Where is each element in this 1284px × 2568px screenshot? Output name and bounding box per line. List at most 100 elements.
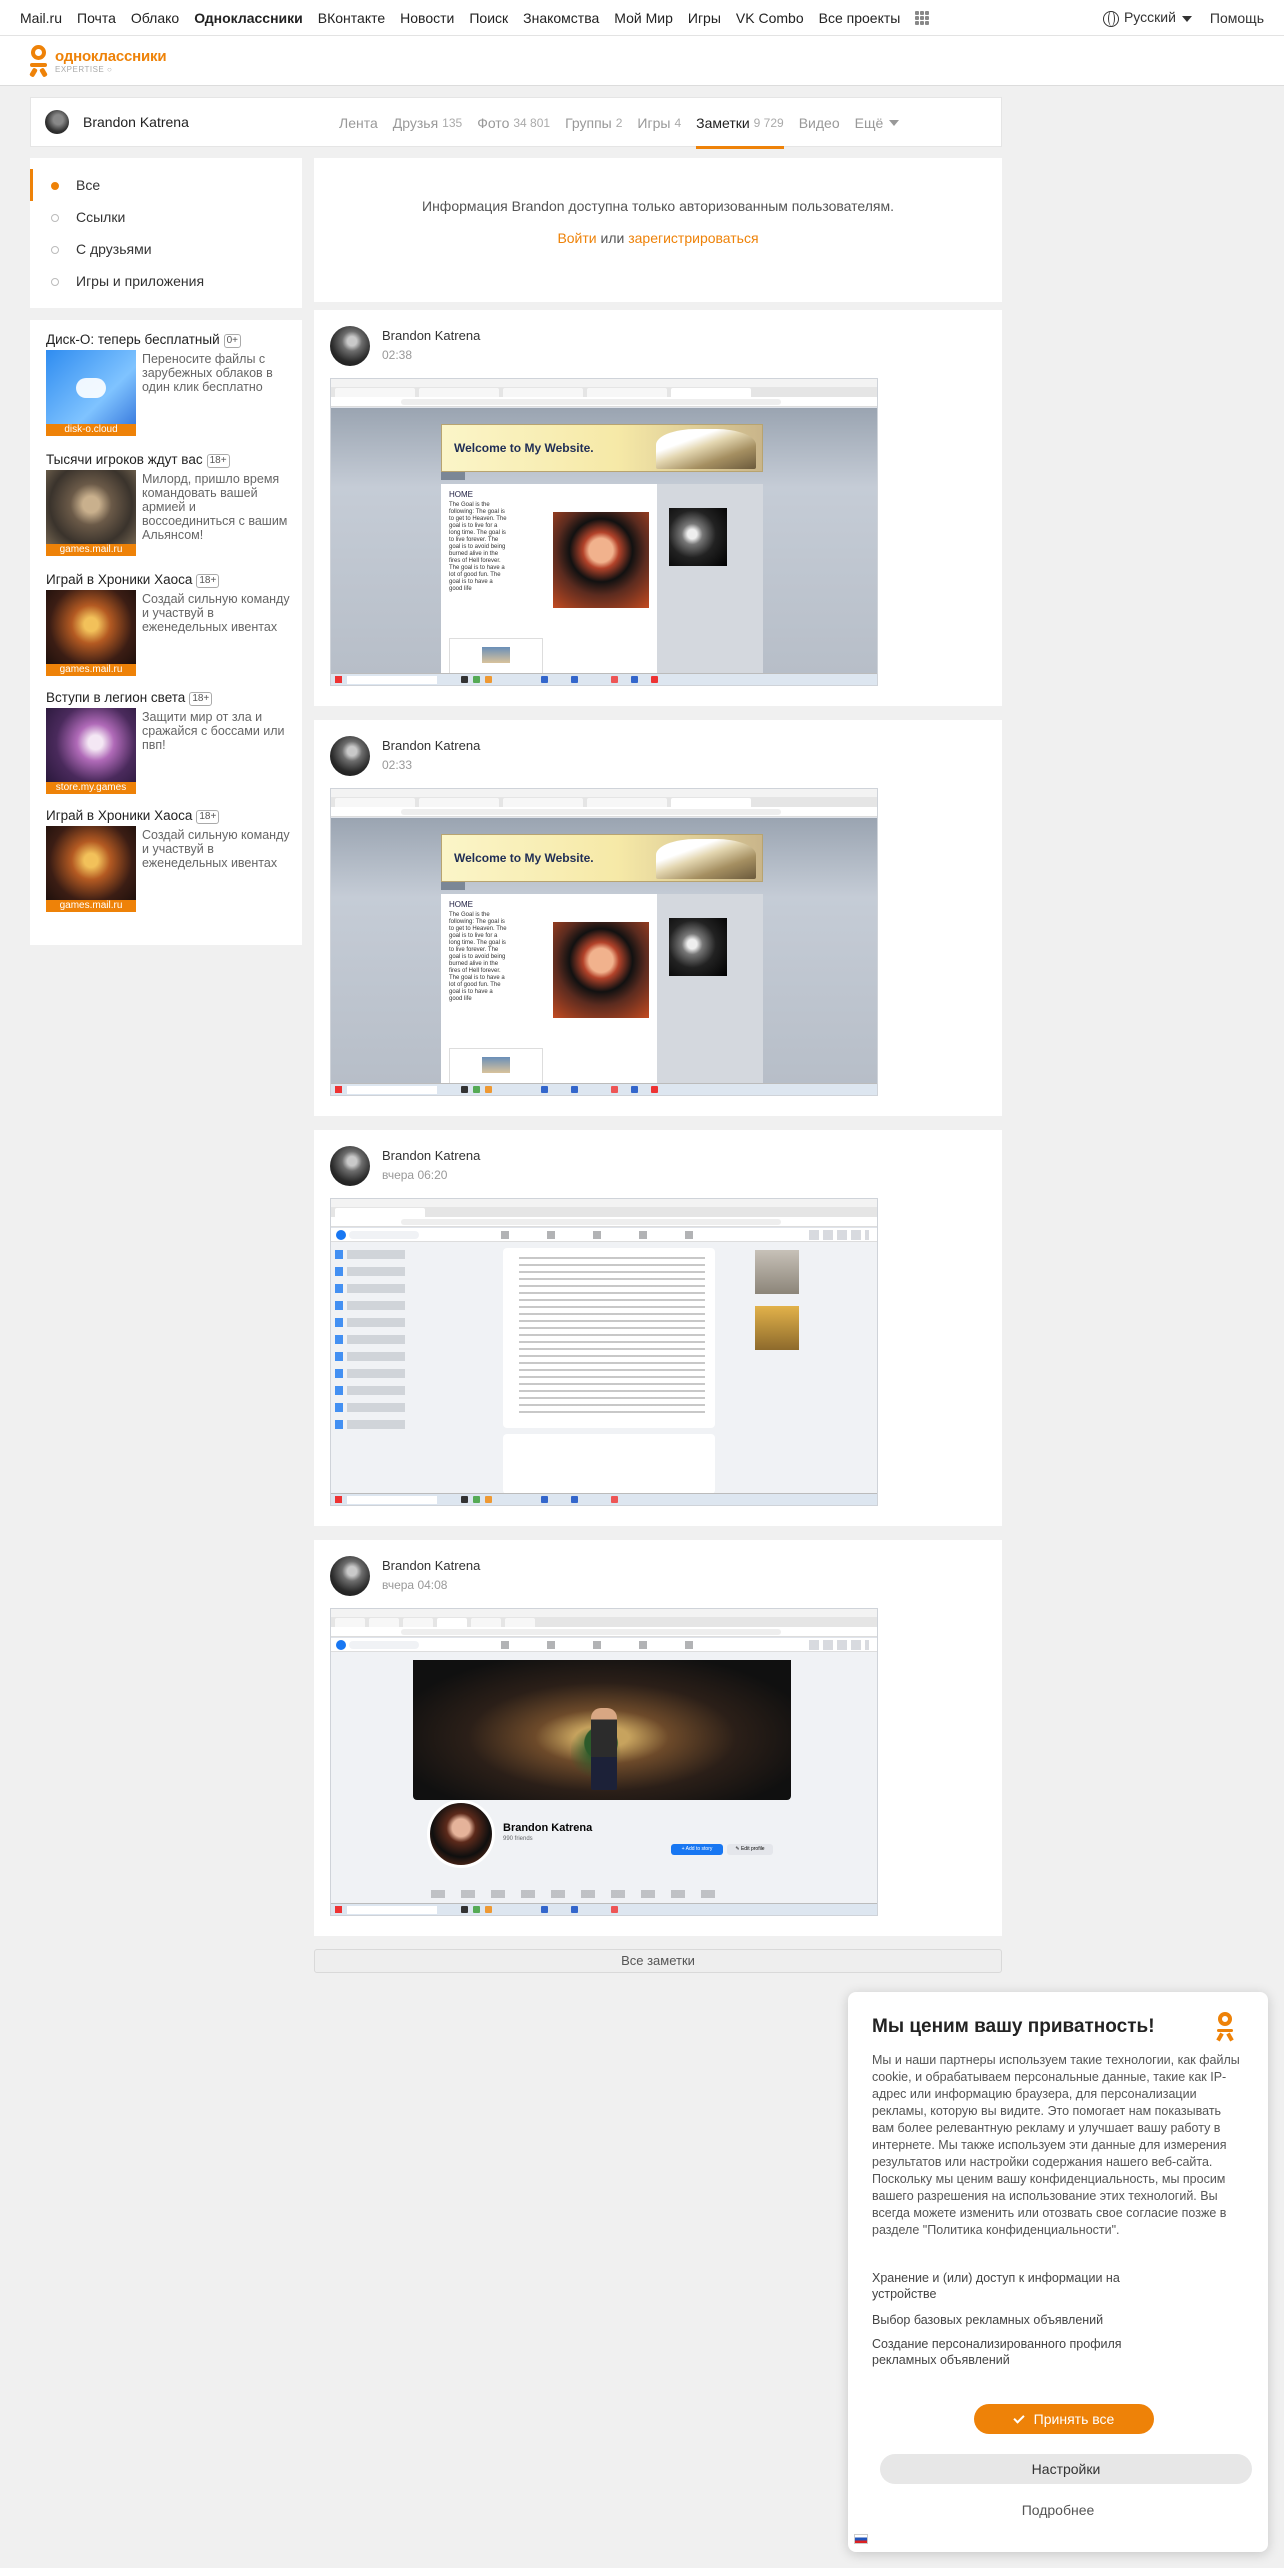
- tab-notes[interactable]: Заметки 9 729: [696, 98, 784, 149]
- privacy-option[interactable]: Выбор базовых рекламных объявлений: [872, 2312, 1172, 2328]
- accept-all-button[interactable]: Принять все: [974, 2404, 1154, 2434]
- portal-link-mail[interactable]: Почта: [77, 10, 116, 26]
- portal-link-ok[interactable]: Одноклассники: [194, 10, 303, 26]
- logo-name: одноклассники: [55, 48, 167, 65]
- ad-item[interactable]: Играй в Хроники Хаоса 18+ games.mail.ru С…: [46, 572, 294, 676]
- globe-icon: [1102, 10, 1119, 27]
- ad-title: Тысячи игроков ждут вас 18+: [46, 452, 294, 470]
- portal-link-cloud[interactable]: Облако: [131, 10, 179, 26]
- portal-link-all-projects[interactable]: Все проекты: [819, 10, 901, 26]
- site-text: The Goal is the following: The goal is t…: [449, 912, 507, 1002]
- post-author[interactable]: Brandon Katrena: [382, 1558, 480, 1573]
- filter-links[interactable]: Ссылки: [30, 201, 302, 233]
- login-link[interactable]: Войти: [557, 230, 596, 246]
- post-screenshot[interactable]: Welcome to My Website. HOME The Goal is t…: [330, 378, 878, 686]
- note-post: Brandon Katrena вчера 04:08 Brandon Katr…: [314, 1540, 1002, 1936]
- note-post: Brandon Katrena 02:38 Welcome to My Webs…: [314, 310, 1002, 706]
- auth-notice-actions: Войти или зарегистрироваться: [314, 230, 1002, 246]
- site-title: Welcome to My Website.: [454, 441, 594, 455]
- site-home: HOME: [449, 490, 473, 499]
- language-selector[interactable]: Русский: [1102, 9, 1192, 27]
- portal-link-games[interactable]: Игры: [688, 10, 721, 26]
- ads-panel: Диск-О: теперь бесплатный 0+ disk-o.cloud…: [30, 320, 302, 945]
- site-title: Welcome to My Website.: [454, 851, 594, 865]
- post-time: 02:38: [382, 348, 413, 362]
- ad-title: Вступи в легион света 18+: [46, 690, 294, 708]
- post-author[interactable]: Brandon Katrena: [382, 738, 480, 753]
- notes-filter-menu: Все Ссылки С друзьями Игры и приложения: [30, 158, 302, 308]
- tab-feed[interactable]: Лента: [339, 98, 378, 148]
- ad-image[interactable]: games.mail.ru: [46, 470, 136, 556]
- chevron-down-icon: [889, 120, 900, 126]
- ad-image[interactable]: store.my.games: [46, 708, 136, 794]
- post-avatar[interactable]: [330, 1146, 370, 1186]
- tab-groups[interactable]: Группы 2: [565, 98, 622, 148]
- privacy-more-link[interactable]: Подробнее: [848, 2502, 1268, 2518]
- ok-logo-icon: [1216, 2012, 1234, 2042]
- portal-link-mailru[interactable]: Mail.ru: [20, 10, 62, 26]
- ok-logo-icon: [28, 44, 50, 78]
- site-text: The Goal is the following: The goal is t…: [449, 502, 507, 592]
- portal-link-news[interactable]: Новости: [400, 10, 454, 26]
- post-screenshot[interactable]: Welcome to My Website. HOME The Goal is t…: [330, 788, 878, 1096]
- fb-add-story: + Add to story: [671, 1844, 723, 1855]
- privacy-title: Мы ценим вашу приватность!: [872, 2016, 1155, 2037]
- tab-friends[interactable]: Друзья 135: [393, 98, 462, 148]
- flag-icon: [854, 2534, 868, 2544]
- profile-name[interactable]: Brandon Katrena: [83, 114, 189, 130]
- help-link[interactable]: Помощь: [1210, 10, 1264, 26]
- portal-link-myworld[interactable]: Мой Мир: [614, 10, 673, 26]
- privacy-settings-button[interactable]: Настройки: [880, 2454, 1252, 2484]
- ad-title: Играй в Хроники Хаоса 18+: [46, 572, 294, 590]
- all-notes-button[interactable]: Все заметки: [314, 1949, 1002, 1973]
- ad-title: Диск-О: теперь бесплатный 0+: [46, 332, 294, 350]
- note-post: Brandon Katrena 02:33 Welcome to My Webs…: [314, 720, 1002, 1116]
- post-time: вчера 06:20: [382, 1168, 448, 1182]
- apps-grid-icon[interactable]: [915, 10, 930, 25]
- tab-more[interactable]: Ещё: [855, 98, 900, 148]
- filter-with-friends[interactable]: С друзьями: [30, 233, 302, 265]
- profile-avatar[interactable]: [45, 110, 69, 134]
- auth-notice-message: Информация Brandon доступна только автор…: [422, 198, 894, 214]
- privacy-option[interactable]: Хранение и (или) доступ к информации на …: [872, 2270, 1172, 2302]
- ad-item[interactable]: Тысячи игроков ждут вас 18+ games.mail.ru…: [46, 452, 294, 556]
- logo-sub: expertise ○: [55, 65, 113, 74]
- ad-item[interactable]: Играй в Хроники Хаоса 18+ games.mail.ru С…: [46, 808, 294, 912]
- tab-video[interactable]: Видео: [799, 98, 840, 148]
- note-post: Brandon Katrena вчера 06:20: [314, 1130, 1002, 1526]
- post-screenshot[interactable]: Brandon Katrena 990 friends + Add to sto…: [330, 1608, 878, 1916]
- post-avatar[interactable]: [330, 736, 370, 776]
- profile-nav: Brandon Katrena Лента Друзья 135 Фото 34 8…: [30, 97, 1002, 149]
- privacy-body: Мы и наши партнеры используем такие техн…: [872, 2053, 1240, 2237]
- tab-games[interactable]: Игры 4: [637, 98, 681, 148]
- portal-links: Mail.ru Почта Облако Одноклассники ВКонт…: [0, 10, 944, 26]
- register-link[interactable]: зарегистрироваться: [628, 230, 758, 246]
- post-avatar[interactable]: [330, 1556, 370, 1596]
- filter-games-apps[interactable]: Игры и приложения: [30, 265, 302, 297]
- post-avatar[interactable]: [330, 326, 370, 366]
- post-author[interactable]: Brandon Katrena: [382, 1148, 480, 1163]
- fb-friends-count: 990 friends: [503, 1836, 533, 1842]
- portal-link-dating[interactable]: Знакомства: [523, 10, 599, 26]
- portal-link-search[interactable]: Поиск: [469, 10, 508, 26]
- ad-title: Играй в Хроники Хаоса 18+: [46, 808, 294, 826]
- chevron-down-icon: [1181, 16, 1192, 23]
- ad-image[interactable]: games.mail.ru: [46, 826, 136, 912]
- fb-edit-profile: ✎ Edit profile: [727, 1844, 773, 1855]
- tab-photos[interactable]: Фото 34 801: [477, 98, 550, 148]
- ad-item[interactable]: Вступи в легион света 18+ store.my.games …: [46, 690, 294, 794]
- ad-image[interactable]: disk-o.cloud: [46, 350, 136, 436]
- ad-item[interactable]: Диск-О: теперь бесплатный 0+ disk-o.cloud…: [46, 332, 294, 436]
- logo-bar: одноклассники expertise ○: [0, 36, 1284, 86]
- ok-logo[interactable]: одноклассники expertise ○: [28, 44, 167, 78]
- portal-right: Русский Помощь: [1102, 0, 1264, 36]
- portal-link-vkcombo[interactable]: VK Combo: [736, 10, 804, 26]
- language-label: Русский: [1123, 9, 1176, 26]
- or-text: или: [600, 230, 625, 246]
- post-screenshot[interactable]: [330, 1198, 878, 1506]
- ad-image[interactable]: games.mail.ru: [46, 590, 136, 676]
- post-author[interactable]: Brandon Katrena: [382, 328, 480, 343]
- portal-link-vk[interactable]: ВКонтакте: [318, 10, 385, 26]
- privacy-option[interactable]: Создание персонализированного профиля ре…: [872, 2336, 1172, 2368]
- filter-all[interactable]: Все: [30, 169, 302, 201]
